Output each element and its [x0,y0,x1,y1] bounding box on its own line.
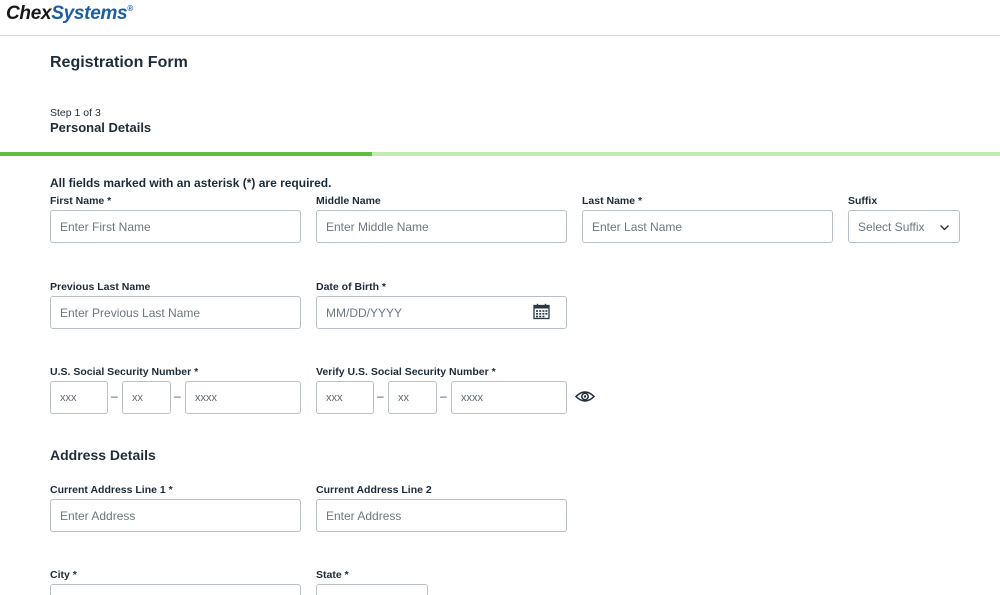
middle-name-input[interactable] [316,210,567,243]
calendar-icon[interactable] [533,303,550,320]
page-title: Registration Form [50,54,188,71]
suffix-selected-value: Select Suffix [858,220,925,234]
suffix-label: Suffix [848,195,878,207]
ssn-separator: – [174,389,181,403]
state-select[interactable] [316,584,428,595]
last-name-label: Last Name * [582,195,643,207]
verify-ssn-part2-input[interactable] [388,381,437,414]
first-name-label: First Name * [50,195,112,207]
step-indicator: Step 1 of 3 [50,107,101,119]
eye-icon[interactable] [575,389,595,404]
state-label: State * [316,569,349,581]
required-fields-note: All fields marked with an asterisk (*) a… [50,176,332,190]
ssn-separator: – [111,389,118,403]
dob-label: Date of Birth * [316,281,387,293]
ssn-part3-input[interactable] [185,381,301,414]
verify-ssn-separator: – [440,389,447,403]
progress-bar-fill [0,152,372,156]
last-name-input[interactable] [582,210,833,243]
first-name-input[interactable] [50,210,301,243]
step-title: Personal Details [50,120,152,135]
address-line2-input[interactable] [316,499,567,532]
logo-registered-mark: ® [127,4,133,13]
suffix-select[interactable]: Select Suffix [848,210,960,243]
logo-chex-text: Chex [6,3,52,24]
previous-last-name-input[interactable] [50,296,301,329]
dob-input[interactable] [316,296,567,329]
middle-name-label: Middle Name [316,195,381,207]
address-section-title: Address Details [50,447,156,463]
address-line1-input[interactable] [50,499,301,532]
chevron-down-icon [940,225,949,231]
city-label: City * [50,569,77,581]
city-input[interactable] [50,584,301,595]
ssn-label: U.S. Social Security Number * [50,366,199,378]
verify-ssn-label: Verify U.S. Social Security Number * [316,366,496,378]
address-line1-label: Current Address Line 1 * [50,484,173,496]
ssn-part1-input[interactable] [50,381,108,414]
logo-systems-text: Systems [51,3,128,24]
verify-ssn-separator: – [377,389,384,403]
verify-ssn-part3-input[interactable] [451,381,567,414]
chexsystems-logo[interactable]: ChexSystems® [6,3,133,25]
verify-ssn-part1-input[interactable] [316,381,374,414]
top-header: ChexSystems® [0,0,1000,36]
address-line2-label: Current Address Line 2 [316,484,432,496]
ssn-part2-input[interactable] [122,381,171,414]
progress-bar [0,152,1000,156]
previous-last-name-label: Previous Last Name [50,281,151,293]
